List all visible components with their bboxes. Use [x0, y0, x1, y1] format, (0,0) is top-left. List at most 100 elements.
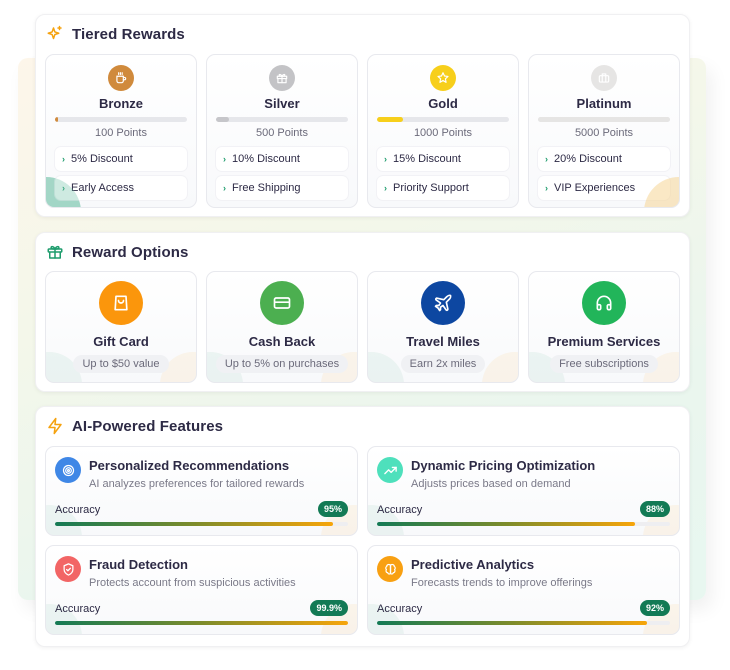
- tier-perk: › 20% Discount: [538, 147, 670, 171]
- chevron-right-icon: ›: [223, 183, 226, 193]
- tier-points: 5000 Points: [574, 127, 634, 139]
- option-detail-pill: Up to $50 value: [73, 355, 169, 373]
- briefcase-icon: [591, 65, 617, 91]
- tier-card-silver[interactable]: Silver 500 Points › 10% Discount › Free Sh…: [206, 54, 358, 208]
- accuracy-bar-fill: [377, 522, 635, 526]
- tier-progress-fill: [216, 117, 230, 122]
- brain-icon: [377, 556, 403, 582]
- reward-options-section: Reward Options Gift Card Up to $50 value…: [35, 232, 690, 392]
- tier-perk: › 15% Discount: [377, 147, 509, 171]
- sparkles-icon: [47, 25, 62, 40]
- tier-perk: › 10% Discount: [216, 147, 348, 171]
- feature-description: AI analyzes preferences for tailored rew…: [89, 478, 305, 490]
- tier-card-platinum[interactable]: Platinum 5000 Points › 20% Discount › VIP …: [528, 54, 680, 208]
- accuracy-bar: [377, 522, 670, 526]
- tier-progress-fill: [377, 117, 404, 122]
- accuracy-label: Accuracy: [377, 603, 423, 615]
- accuracy-bar-fill: [377, 621, 647, 625]
- ai-features-section: AI-Powered Features Personalized Recomme…: [35, 406, 690, 647]
- gift-icon: [47, 245, 63, 259]
- tier-progress-bar: [55, 117, 187, 122]
- section-title: Tiered Rewards: [72, 25, 185, 43]
- feature-title: Predictive Analytics: [411, 557, 535, 572]
- perk-label: Early Access: [71, 182, 134, 194]
- option-detail-pill: Earn 2x miles: [400, 355, 486, 373]
- credit-card-icon: [260, 281, 304, 325]
- ai-features-header: AI-Powered Features: [46, 417, 223, 435]
- accuracy-bar: [55, 522, 348, 526]
- target-icon: [55, 457, 81, 483]
- option-detail-pill: Up to 5% on purchases: [215, 355, 349, 373]
- section-title: Reward Options: [72, 243, 189, 261]
- option-title: Cash Back: [248, 334, 316, 349]
- plane-icon: [421, 281, 465, 325]
- tier-progress-bar: [538, 117, 670, 122]
- tier-perk: › Priority Support: [377, 176, 509, 200]
- perk-label: VIP Experiences: [554, 182, 636, 194]
- tier-grid: Bronze 100 Points › 5% Discount › Early Ac…: [45, 54, 680, 208]
- accuracy-bar: [55, 621, 348, 625]
- tier-card-bronze[interactable]: Bronze 100 Points › 5% Discount › Early Ac…: [45, 54, 197, 208]
- ai-features-grid: Personalized Recommendations AI analyzes…: [45, 446, 680, 635]
- chevron-right-icon: ›: [545, 154, 548, 164]
- option-detail-pill: Free subscriptions: [550, 355, 658, 373]
- feature-description: Forecasts trends to improve offerings: [411, 577, 593, 589]
- tier-name: Bronze: [98, 96, 144, 111]
- chevron-right-icon: ›: [62, 154, 65, 164]
- feature-title: Personalized Recommendations: [89, 458, 290, 473]
- reward-options-header: Reward Options: [46, 243, 188, 261]
- feature-description: Adjusts prices based on demand: [411, 478, 571, 490]
- accuracy-badge: 88%: [639, 501, 670, 517]
- perk-label: 15% Discount: [393, 153, 461, 165]
- star-icon: [430, 65, 456, 91]
- ai-feature-fraud-detection[interactable]: Fraud Detection Protects account from su…: [45, 545, 358, 635]
- reward-option-cash-back[interactable]: Cash Back Up to 5% on purchases: [206, 271, 358, 383]
- reward-option-premium-services[interactable]: Premium Services Free subscriptions: [528, 271, 680, 383]
- tier-name: Platinum: [576, 96, 632, 111]
- reward-option-gift-card[interactable]: Gift Card Up to $50 value: [45, 271, 197, 383]
- tier-name: Silver: [264, 96, 300, 111]
- lightning-icon: [48, 417, 62, 435]
- chevron-right-icon: ›: [545, 183, 548, 193]
- accuracy-label: Accuracy: [55, 504, 101, 516]
- feature-description: Protects account from suspicious activit…: [89, 577, 296, 589]
- tier-card-gold[interactable]: Gold 1000 Points › 15% Discount › Priority…: [367, 54, 519, 208]
- coffee-icon: [108, 65, 134, 91]
- option-title: Travel Miles: [406, 334, 480, 349]
- shopping-bag-icon: [99, 281, 143, 325]
- perk-label: Free Shipping: [232, 182, 301, 194]
- ai-feature-personalized-recommendations[interactable]: Personalized Recommendations AI analyzes…: [45, 446, 358, 536]
- perk-label: Priority Support: [393, 182, 469, 194]
- section-title: AI-Powered Features: [72, 417, 224, 435]
- tiered-rewards-section: Tiered Rewards Bronze 100 Points › 5% Dis…: [35, 14, 690, 217]
- feature-title: Fraud Detection: [89, 557, 188, 572]
- accuracy-badge: 95%: [317, 501, 348, 517]
- accuracy-badge: 92%: [639, 600, 670, 616]
- trending-up-icon: [377, 457, 403, 483]
- accuracy-badge: 99.9%: [310, 600, 348, 616]
- chevron-right-icon: ›: [384, 154, 387, 164]
- feature-title: Dynamic Pricing Optimization: [411, 458, 596, 473]
- tier-progress-fill: [55, 117, 58, 122]
- option-title: Premium Services: [547, 334, 661, 349]
- option-title: Gift Card: [93, 334, 149, 349]
- accuracy-label: Accuracy: [55, 603, 101, 615]
- shield-check-icon: [55, 556, 81, 582]
- tier-points: 500 Points: [256, 127, 308, 139]
- accuracy-bar-fill: [55, 621, 348, 625]
- perk-label: 20% Discount: [554, 153, 622, 165]
- ai-feature-predictive-analytics[interactable]: Predictive Analytics Forecasts trends to…: [367, 545, 680, 635]
- tier-perk: › Free Shipping: [216, 176, 348, 200]
- tier-name: Gold: [428, 96, 458, 111]
- accuracy-bar: [377, 621, 670, 625]
- reward-option-travel-miles[interactable]: Travel Miles Earn 2x miles: [367, 271, 519, 383]
- accuracy-label: Accuracy: [377, 504, 423, 516]
- headphones-icon: [582, 281, 626, 325]
- chevron-right-icon: ›: [384, 183, 387, 193]
- perk-label: 5% Discount: [71, 153, 133, 165]
- tier-progress-bar: [216, 117, 348, 122]
- gift-icon: [269, 65, 295, 91]
- tier-points: 100 Points: [95, 127, 147, 139]
- tier-perk: › 5% Discount: [55, 147, 187, 171]
- ai-feature-dynamic-pricing[interactable]: Dynamic Pricing Optimization Adjusts pri…: [367, 446, 680, 536]
